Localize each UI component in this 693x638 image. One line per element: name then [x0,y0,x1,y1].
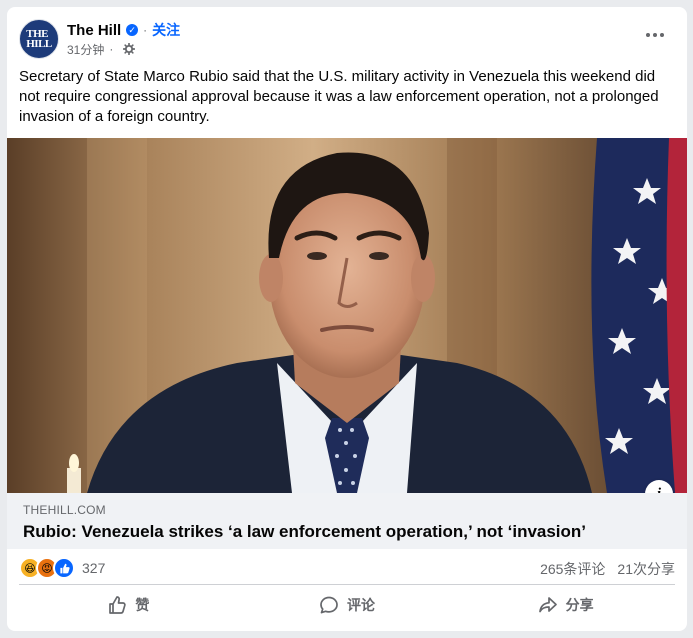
thumbs-up-icon [109,596,127,614]
comment-button[interactable]: 评论 [238,587,457,623]
gear-icon [123,43,136,55]
more-options-button[interactable] [643,25,667,45]
more-dot-icon [646,33,650,37]
separator-dot: · [109,42,114,56]
more-dot-icon [660,33,664,37]
comment-count[interactable]: 265条评论 [540,559,605,579]
link-title[interactable]: Rubio: Venezuela strikes ‘a law enforcem… [23,522,586,542]
reactions-summary[interactable]: 😆 😡 327 [19,557,105,579]
post-text: Secretary of State Marco Rubio said that… [19,68,659,125]
link-preview[interactable]: THEHILL.COM Rubio: Venezuela strikes ‘a … [7,493,687,549]
post-meta: 31分钟 · [67,41,136,58]
like-icon [53,557,75,579]
post-timestamp[interactable]: 31分钟 [67,41,104,58]
more-dot-icon [653,33,657,37]
page-name-row: The Hill ✓ · 关注 [67,21,180,39]
share-label: 分享 [565,597,594,613]
action-bar: 赞 评论 分享 [19,587,675,623]
stats-right: 265条评论 21次分享 [540,559,675,579]
post-stats: 😆 😡 327 265条评论 21次分享 [19,553,675,579]
verified-badge-icon: ✓ [126,24,139,36]
post-header: THE HILL The Hill ✓ · 关注 31分钟 · [19,19,675,59]
like-button[interactable]: 赞 [19,587,238,623]
avatar-logo-text: THE HILL [26,28,52,50]
link-domain: THEHILL.COM [23,503,106,517]
comment-icon [320,596,338,614]
share-icon [538,597,557,613]
separator-dot: · [143,23,148,37]
post-card: THE HILL The Hill ✓ · 关注 31分钟 · Secretar… [7,7,687,631]
page-name[interactable]: The Hill [67,22,121,39]
portrait-image [7,138,687,493]
like-label: 赞 [135,597,150,613]
actions-divider [19,584,675,585]
page-avatar[interactable]: THE HILL [19,19,59,59]
share-button[interactable]: 分享 [456,587,675,623]
reaction-count: 327 [82,560,106,576]
follow-button[interactable]: 关注 [152,20,180,40]
comment-label: 评论 [347,597,375,613]
share-count[interactable]: 21次分享 [617,559,675,579]
post-photo[interactable] [7,138,687,493]
